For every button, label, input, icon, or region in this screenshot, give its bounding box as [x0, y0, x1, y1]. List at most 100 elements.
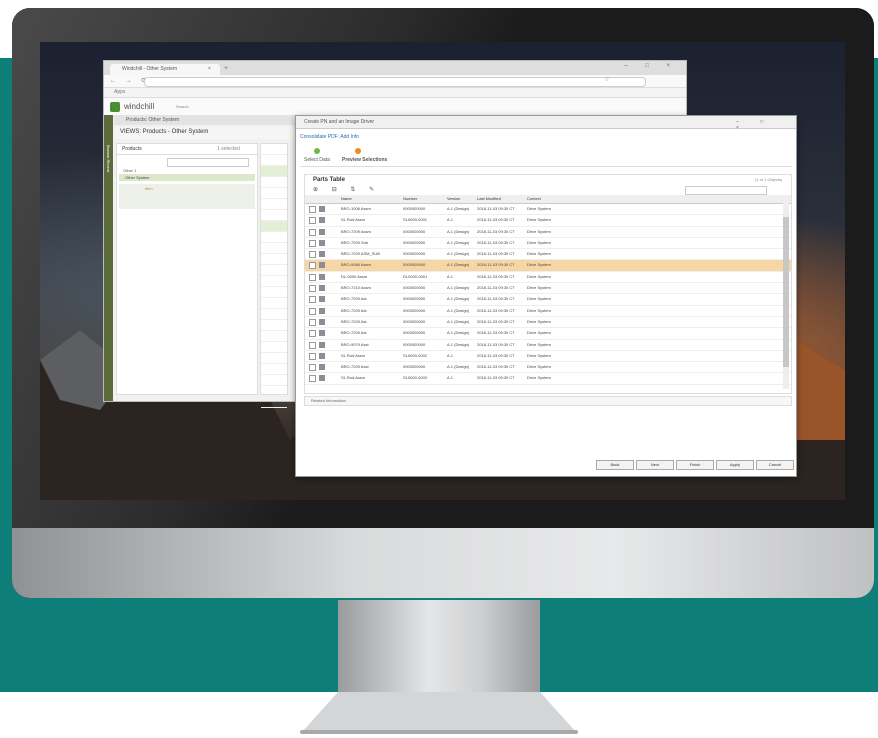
table-row[interactable]: BRO-7209 Asst 0000000000 A.1 (Design) 2018-… — [305, 362, 791, 374]
apps-bookmark[interactable]: Apps — [114, 89, 125, 95]
step-preview-selections[interactable]: Preview Selections — [342, 157, 387, 163]
table-row[interactable]: SL Rod Assm SL0000-0001 A.1 2018-11-03 09:3… — [305, 215, 791, 227]
cell-name[interactable]: SL Rod Assm — [341, 353, 365, 358]
cell-name[interactable]: BRO-7209 Ast — [341, 308, 367, 313]
new-tab-icon[interactable]: + — [224, 65, 228, 72]
row-checkbox[interactable] — [309, 239, 316, 247]
cell-last-modified: 2018-11-03 09:30 CT — [477, 296, 515, 302]
step-select-data[interactable]: Select Data — [304, 157, 330, 163]
tree-search-input[interactable] — [167, 158, 249, 167]
apply-button[interactable]: Apply — [716, 460, 754, 470]
row-checkbox[interactable] — [309, 375, 316, 383]
table-row[interactable]: BRO-7209 ASM_SUB 0000000000 A.1 (Design) 20… — [305, 249, 791, 261]
tree-root-node[interactable]: Other 1 — [123, 168, 136, 173]
cell-name[interactable]: BRO-7209 Asst — [341, 364, 369, 369]
table-tool-icons[interactable]: ⊕ ⊟ ⇅ ✎ — [313, 186, 380, 193]
table-filter-input[interactable] — [685, 186, 767, 195]
tree-selected-node[interactable]: Other System — [125, 175, 149, 180]
cell-name[interactable]: BRO-7209 Assm — [341, 229, 371, 234]
cell-context: Drive System — [527, 262, 551, 268]
table-row[interactable]: BRO-7209 Ast 0000000000 A.1 (Design) 2018-1… — [305, 317, 791, 329]
table-row[interactable]: BRO-7210 Assm 0000000000 A.1 (Design) 2018-… — [305, 283, 791, 295]
cell-name[interactable]: SL Rod Assm — [341, 375, 365, 380]
left-navigation-rail[interactable]: Browse Recent — [104, 115, 113, 401]
col-last-modified[interactable]: Last Modified — [477, 196, 501, 201]
cell-name[interactable]: BRO-7209 Ast — [341, 330, 367, 335]
row-checkbox[interactable] — [309, 330, 316, 338]
cell-name[interactable]: SL Rod Assm — [341, 217, 365, 222]
back-button[interactable]: Back — [596, 460, 634, 470]
dialog-breadcrumb[interactable]: Consolidate PDF: Add Info — [300, 134, 359, 140]
cancel-button[interactable]: Cancel — [756, 460, 794, 470]
context-breadcrumb[interactable]: Products: Other System — [126, 117, 179, 123]
table-row[interactable]: BRO-1008 Assm 0000000000 A.1 (Design) 2018-… — [305, 204, 791, 216]
close-tab-icon[interactable]: × — [208, 66, 211, 72]
cell-name[interactable]: BRO-7210 Assm — [341, 285, 371, 290]
tree-child-node[interactable]: item — [145, 186, 153, 191]
table-row[interactable]: BRO-7209 Assm 0000000000 A.1 (Design) 2018-… — [305, 227, 791, 238]
address-bar: ← → ⟳ ☆ — [104, 75, 686, 88]
monitor-stand-base — [302, 692, 576, 732]
row-checkbox[interactable] — [309, 285, 316, 293]
bookmark-star-icon[interactable]: ☆ — [604, 76, 609, 83]
cell-number: 0000000000 — [403, 318, 426, 324]
parts-table-body: BRO-1008 Assm 0000000000 A.1 (Design) 2018-… — [305, 204, 791, 385]
col-name[interactable]: Name — [341, 196, 352, 201]
window-controls[interactable]: – □ × — [624, 63, 678, 69]
scrollbar-thumb[interactable] — [783, 217, 789, 367]
row-checkbox[interactable] — [309, 307, 316, 315]
cell-name[interactable]: BRO-7209 Sub — [341, 240, 368, 245]
table-row[interactable]: SL Rod Assm SL0000-0003 A.1 2018-11-03 09:3… — [305, 373, 791, 385]
row-checkbox[interactable] — [309, 217, 316, 225]
cell-version: A.1 (Design) — [447, 285, 470, 291]
windchill-logo-icon — [110, 102, 120, 112]
search-link[interactable]: Search — [176, 104, 189, 109]
cell-name[interactable]: BRO-7209 ASM_SUB — [341, 251, 380, 256]
cell-last-modified: 2018-11-03 09:30 CT — [477, 273, 515, 279]
desktop-screen: Windchill - Other System × + – □ × ← → ⟳… — [40, 42, 845, 500]
table-row[interactable]: BRO-9066 Assm 0000000000 A.1 (Design) 2018-… — [305, 260, 791, 272]
cell-name[interactable]: BRO-9066 Assm — [341, 262, 371, 267]
row-checkbox[interactable] — [309, 318, 316, 326]
cell-version: A.1 (Design) — [447, 239, 470, 245]
next-button[interactable]: Next — [636, 460, 674, 470]
cell-name[interactable]: BRO-9079 Asst — [341, 342, 369, 347]
cell-name[interactable]: DL-0090 Assm — [341, 274, 367, 279]
col-number[interactable]: Number — [403, 196, 417, 201]
row-checkbox[interactable] — [309, 251, 316, 259]
cell-last-modified: 2018-11-03 09:30 CT — [477, 217, 515, 223]
table-scrollbar[interactable] — [783, 203, 789, 389]
table-row[interactable]: BRO-9079 Asst 0000000000 A.1 (Design) 2018-… — [305, 340, 791, 351]
row-checkbox[interactable] — [309, 352, 316, 360]
cell-name[interactable]: BRO-1008 Assm — [341, 206, 371, 211]
dialog-window-controls[interactable]: – □ × — [736, 119, 796, 131]
cell-number: 0000000000 — [403, 364, 426, 370]
table-row[interactable]: BRO-7209 Ast 0000000000 A.1 (Design) 2018-1… — [305, 306, 791, 317]
row-checkbox[interactable] — [309, 228, 316, 236]
row-checkbox[interactable] — [309, 273, 316, 281]
part-icon — [319, 217, 325, 224]
table-row[interactable]: BRO-7209 Ast 0000000000 A.1 (Design) 2018-1… — [305, 294, 791, 306]
cell-name[interactable]: BRO-7209 Ast — [341, 296, 367, 301]
row-checkbox[interactable] — [309, 296, 316, 304]
browser-tab[interactable]: Windchill - Other System × — [110, 64, 220, 75]
cell-name[interactable]: BRO-7209 Ast — [341, 319, 367, 324]
table-row[interactable]: DL-0090 Assm DL0000-0001 A.1 2018-11-03 09:… — [305, 272, 791, 284]
col-version[interactable]: Version — [447, 196, 460, 201]
table-row[interactable]: BRO-7209 Ast 0000000000 A.1 (Design) 2018-1… — [305, 328, 791, 340]
col-context[interactable]: Context — [527, 196, 541, 201]
row-checkbox[interactable] — [309, 206, 316, 213]
cell-version: A.1 (Design) — [447, 341, 470, 347]
cell-context: Drive System — [527, 330, 551, 336]
row-checkbox[interactable] — [309, 364, 316, 372]
monitor-stand-foot — [300, 730, 578, 734]
cell-number: 0000000000 — [403, 341, 426, 347]
row-checkbox[interactable] — [309, 262, 316, 270]
url-input[interactable] — [144, 77, 646, 87]
finish-button[interactable]: Finish — [676, 460, 714, 470]
table-row[interactable]: SL Rod Assm SL0000-0002 A.1 2018-11-03 09:3… — [305, 351, 791, 363]
row-checkbox[interactable] — [309, 341, 316, 349]
related-info-panel[interactable]: Related Information — [304, 396, 792, 406]
table-row[interactable]: BRO-7209 Sub 0000000000 A.1 (Design) 2018-1… — [305, 238, 791, 250]
part-icon — [319, 375, 325, 382]
